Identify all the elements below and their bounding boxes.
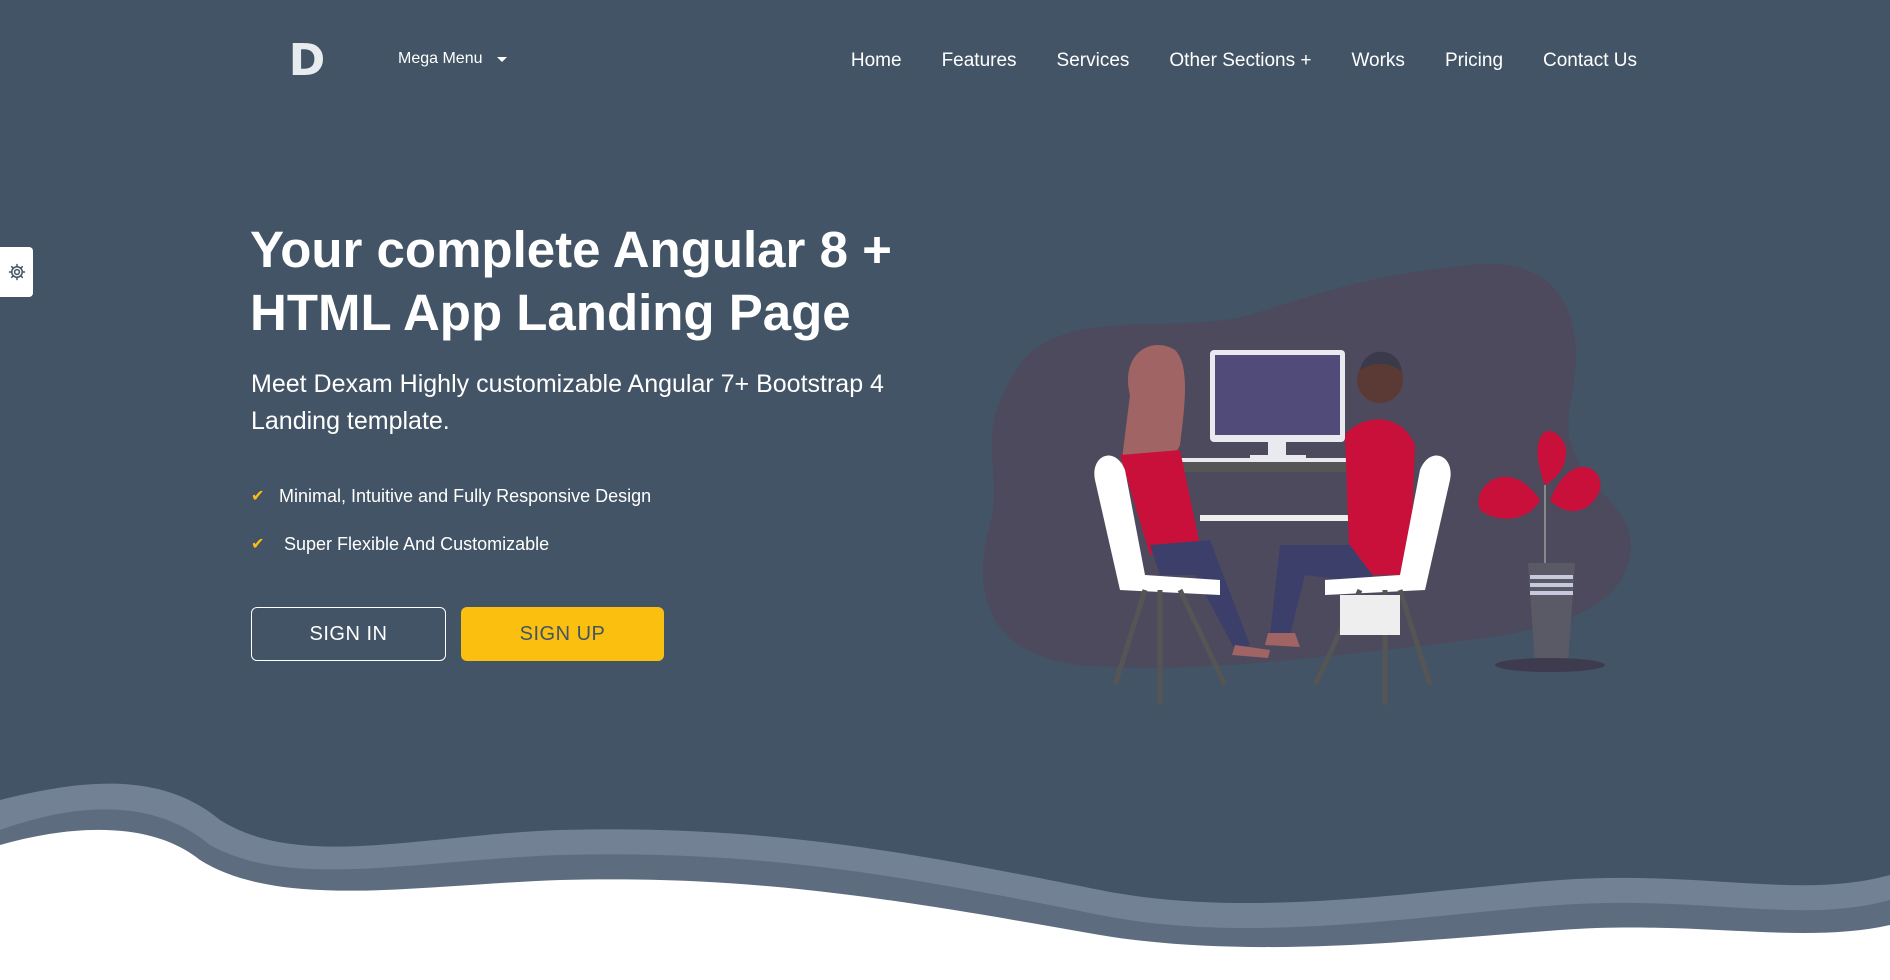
hero-title: Your complete Angular 8 + HTML App Landi… — [250, 218, 970, 344]
list-item: ✔ Minimal, Intuitive and Fully Responsiv… — [251, 472, 651, 520]
sign-in-button[interactable]: SIGN IN — [251, 607, 446, 661]
nav-home[interactable]: Home — [851, 50, 902, 72]
bottom-waves — [0, 783, 1890, 980]
check-icon: ✔ — [251, 488, 265, 505]
chair-box — [1340, 595, 1400, 635]
settings-tab[interactable] — [0, 247, 33, 297]
check-icon: ✔ — [251, 536, 265, 553]
monitor-screen — [1215, 355, 1340, 435]
hero-title-line-1: Your complete Angular 8 + — [250, 221, 892, 278]
hero-illustration — [982, 263, 1631, 705]
hero-subtitle: Meet Dexam Highly customizable Angular 7… — [251, 370, 884, 435]
chevron-down-icon — [496, 56, 507, 62]
list-item: ✔ Super Flexible And Customizable — [251, 520, 651, 568]
feature-text: Super Flexible And Customizable — [284, 533, 550, 554]
nav-contact-us[interactable]: Contact Us — [1543, 50, 1637, 72]
sign-up-button[interactable]: SIGN UP — [461, 607, 664, 661]
logo-letter: D — [288, 35, 326, 86]
mega-menu-label: Mega Menu — [398, 50, 483, 67]
nav-features[interactable]: Features — [942, 50, 1017, 72]
plant-pot-stripe — [1530, 575, 1573, 579]
nav-other-sections[interactable]: Other Sections + — [1169, 50, 1311, 72]
hero-section: D Mega Menu Home Features Services Other… — [0, 0, 1890, 980]
nav-services[interactable]: Services — [1057, 50, 1130, 72]
man-foot — [1265, 633, 1300, 647]
main-nav: Home Features Services Other Sections + … — [851, 50, 1637, 72]
mega-menu-dropdown[interactable]: Mega Menu — [398, 50, 507, 68]
plant-shadow — [1495, 658, 1605, 672]
gear-icon — [8, 263, 25, 281]
nav-pricing[interactable]: Pricing — [1445, 50, 1503, 72]
feature-list: ✔ Minimal, Intuitive and Fully Responsiv… — [251, 472, 651, 568]
nav-works[interactable]: Works — [1351, 50, 1404, 72]
feature-text: Minimal, Intuitive and Fully Responsive … — [279, 485, 652, 506]
hero-title-line-2: HTML App Landing Page — [250, 284, 851, 341]
plant-pot-stripe — [1530, 583, 1573, 587]
plant-pot-stripe — [1530, 591, 1573, 595]
site-logo[interactable]: D — [288, 38, 326, 84]
